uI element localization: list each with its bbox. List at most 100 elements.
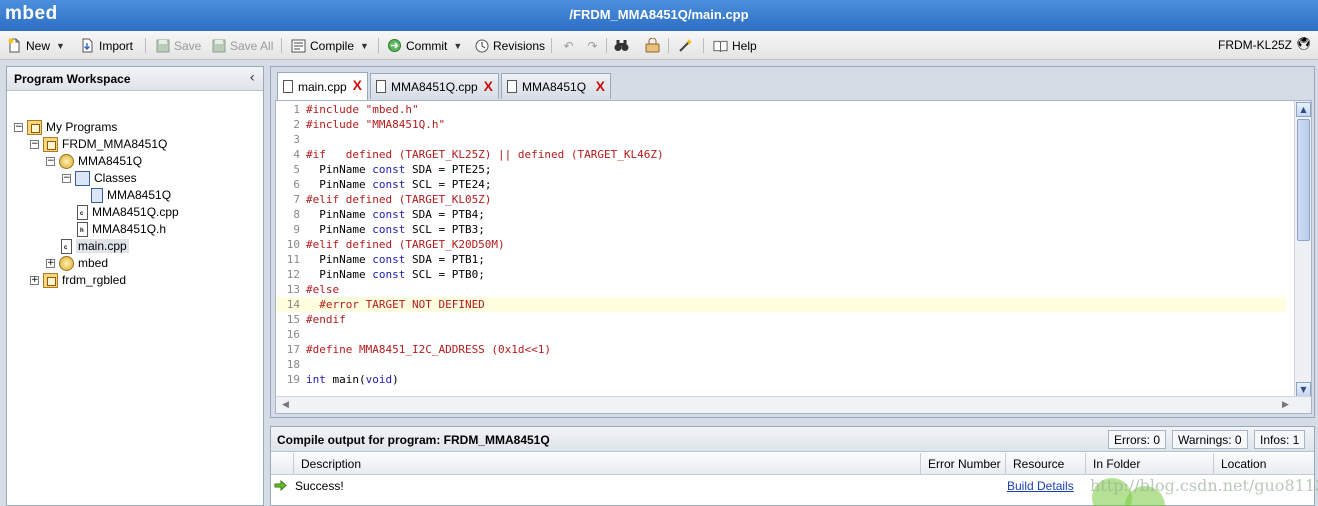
expand-toggle[interactable]: + <box>30 276 39 285</box>
output-column-headers: Description Error Number Resource In Fol… <box>271 453 1314 475</box>
new-button[interactable]: New ▼ <box>7 37 65 54</box>
undo-button[interactable]: ↶ <box>561 37 580 54</box>
format-button[interactable] <box>645 37 664 54</box>
code-area[interactable]: 1 #include "mbed.h" 2 #include "MMA8451Q.h"… <box>275 100 1312 414</box>
horizontal-scrollbar[interactable]: ◀ ▶ <box>276 396 1311 413</box>
collapse-toggle[interactable]: − <box>62 174 71 183</box>
chevron-down-icon: ▼ <box>453 40 463 51</box>
tree-node-library[interactable]: MMA8451Q <box>59 153 142 169</box>
code-line[interactable]: 17 #define MMA8451_I2C_ADDRESS (0x1d<<1) <box>276 342 1286 357</box>
scroll-thumb[interactable] <box>1297 119 1310 241</box>
tree-node-file[interactable]: h MMA8451Q.h <box>75 221 166 237</box>
tree-node-file[interactable]: c MMA8451Q.cpp <box>75 204 179 220</box>
help-button[interactable]: Help <box>713 37 757 54</box>
code-line[interactable]: 6 PinName const SCL = PTE24; <box>276 177 1286 192</box>
line-number: 13 <box>286 283 300 296</box>
line-number: 17 <box>286 343 300 356</box>
code-line[interactable]: 16 <box>276 327 1286 342</box>
code-line[interactable]: 5 PinName const SDA = PTE25; <box>276 162 1286 177</box>
save-all-button[interactable]: Save All <box>211 37 273 54</box>
scroll-left-icon[interactable]: ◀ <box>278 398 293 412</box>
tree-node-program[interactable]: frdm_rgbled <box>43 272 126 288</box>
tab-main-cpp[interactable]: main.cpp X <box>277 72 368 100</box>
toolbar: New ▼ Import Save Save All Compile ▼ Com… <box>0 31 1318 60</box>
expand-toggle[interactable]: + <box>46 259 55 268</box>
find-button[interactable] <box>614 37 633 54</box>
binoculars-icon <box>614 38 629 53</box>
code-line[interactable]: 19 int main(void) <box>276 372 1286 387</box>
column-error-number[interactable]: Error Number <box>920 453 1005 475</box>
scroll-right-icon[interactable]: ▶ <box>1278 398 1293 412</box>
tab-mma8451q-class[interactable]: MMA8451Q X <box>501 73 611 99</box>
scroll-up-icon[interactable]: ▲ <box>1296 102 1311 117</box>
format-icon <box>645 38 660 53</box>
code-line[interactable]: 13 #else <box>276 282 1286 297</box>
board-icon[interactable]: 🖲 <box>1295 37 1312 52</box>
title-bar: mbed /FRDM_MMA8451Q/main.cpp <box>0 0 1318 31</box>
line-number: 8 <box>293 208 300 221</box>
commit-button[interactable]: Commit ▼ <box>387 37 462 54</box>
toolbar-separator <box>551 38 552 53</box>
column-location[interactable]: Location <box>1213 453 1314 475</box>
code-line[interactable]: 18 <box>276 357 1286 372</box>
tree-node-file-selected[interactable]: c main.cpp <box>59 238 129 254</box>
device-selector[interactable]: FRDM-KL25Z <box>1218 38 1292 52</box>
watermark: http://blog.csdn.net/guo8113 <box>1090 476 1318 495</box>
line-number: 1 <box>293 103 300 116</box>
revisions-button[interactable]: Revisions <box>474 37 545 54</box>
line-number: 12 <box>286 268 300 281</box>
code-line[interactable]: 1 #include "mbed.h" <box>276 102 1286 117</box>
code-line[interactable]: 7 #elif defined (TARGET_KL05Z) <box>276 192 1286 207</box>
code-line[interactable]: 4 #if defined (TARGET_KL25Z) || defined (… <box>276 147 1286 162</box>
code-line[interactable]: 11 PinName const SDA = PTB1; <box>276 252 1286 267</box>
book-icon <box>713 38 728 53</box>
column-in-folder[interactable]: In Folder <box>1085 453 1213 475</box>
line-number: 19 <box>286 373 300 386</box>
tree-node-my-programs[interactable]: My Programs <box>27 119 117 135</box>
code-line[interactable]: 15 #endif <box>276 312 1286 327</box>
import-button[interactable]: Import <box>80 37 133 54</box>
tree-node-class[interactable]: MMA8451Q <box>91 187 171 203</box>
code-line[interactable]: 14 #error TARGET NOT DEFINED <box>276 297 1286 312</box>
code-text: PinName const SDA = PTB4; <box>306 208 485 221</box>
collapse-toggle[interactable]: − <box>14 123 23 132</box>
code-line[interactable]: 9 PinName const SCL = PTB3; <box>276 222 1286 237</box>
vertical-scrollbar[interactable]: ▲ ▼ <box>1294 101 1311 398</box>
line-number: 10 <box>286 238 300 251</box>
tree-node-library[interactable]: mbed <box>59 255 108 271</box>
line-number: 16 <box>286 328 300 341</box>
column-description[interactable]: Description <box>293 453 920 475</box>
code-text: int main(void) <box>306 373 399 386</box>
save-button[interactable]: Save <box>155 37 201 54</box>
infos-count[interactable]: Infos: 1 <box>1254 430 1306 449</box>
tree-node-program[interactable]: FRDM_MMA8451Q <box>43 136 167 152</box>
errors-count[interactable]: Errors: 0 <box>1108 430 1167 449</box>
close-icon[interactable]: X <box>596 78 605 94</box>
settings-button[interactable] <box>678 37 697 54</box>
code-line[interactable]: 2 #include "MMA8451Q.h" <box>276 117 1286 132</box>
close-icon[interactable]: X <box>353 77 362 93</box>
code-text: #include "MMA8451Q.h" <box>306 118 446 131</box>
code-text: #if defined (TARGET_KL25Z) || defined (T… <box>306 148 664 161</box>
build-details-link[interactable]: Build Details <box>1007 479 1074 493</box>
line-number: 2 <box>293 118 300 131</box>
compile-button[interactable]: Compile ▼ <box>291 37 369 54</box>
toolbar-separator <box>606 38 607 53</box>
toolbar-separator <box>281 38 282 53</box>
warnings-count[interactable]: Warnings: 0 <box>1172 430 1248 449</box>
collapse-toggle[interactable]: − <box>30 140 39 149</box>
collapse-toggle[interactable]: − <box>46 157 55 166</box>
code-line[interactable]: 3 <box>276 132 1286 147</box>
code-text: #elif defined (TARGET_K20D50M) <box>306 238 505 251</box>
code-line[interactable]: 12 PinName const SCL = PTB0; <box>276 267 1286 282</box>
code-line[interactable]: 8 PinName const SDA = PTB4; <box>276 207 1286 222</box>
code-line[interactable]: 10 #elif defined (TARGET_K20D50M) <box>276 237 1286 252</box>
tab-mma8451q-cpp[interactable]: MMA8451Q.cpp X <box>370 73 499 99</box>
tree-node-classes[interactable]: Classes <box>75 170 137 186</box>
close-icon[interactable]: X <box>484 78 493 94</box>
code-editor-panel: main.cpp X MMA8451Q.cpp X MMA8451Q X 1 #i… <box>270 66 1315 418</box>
collapse-panel-icon[interactable]: ‹ <box>249 70 255 86</box>
scroll-down-icon[interactable]: ▼ <box>1296 382 1311 397</box>
redo-button[interactable]: ↷ <box>585 37 604 54</box>
column-resource[interactable]: Resource <box>1005 453 1085 475</box>
